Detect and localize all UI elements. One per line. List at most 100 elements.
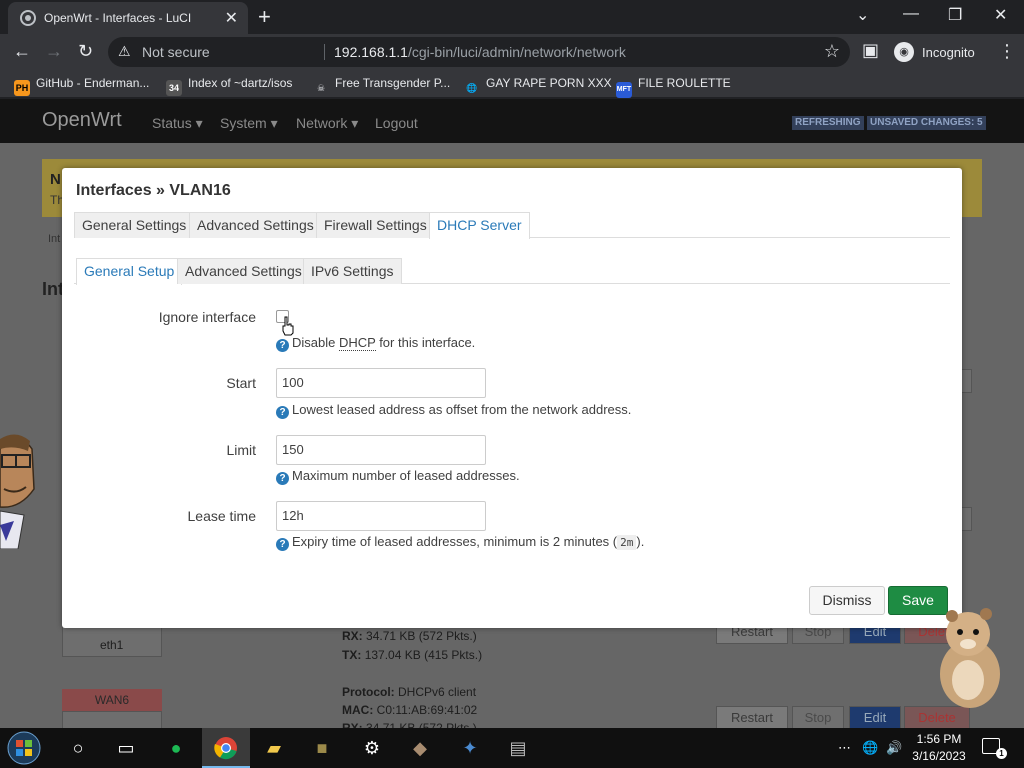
help-text: ). bbox=[636, 534, 645, 549]
bookmark-item[interactable]: 34 Index of ~dartz/isos bbox=[166, 76, 292, 96]
hand-cursor-icon bbox=[282, 316, 294, 336]
start-button[interactable] bbox=[0, 728, 48, 768]
bookmark-item[interactable]: 🌐 GAY RAPE PORN XXX bbox=[464, 76, 611, 96]
help-icon: ? bbox=[276, 472, 289, 485]
interface-edit-modal: Interfaces » VLAN16 General Settings Adv… bbox=[62, 168, 962, 628]
address-bar[interactable]: ⚠ Not secure 192.168.1.1/cgi-bin/luci/ad… bbox=[108, 37, 850, 67]
minimize-button[interactable]: — bbox=[903, 5, 919, 23]
unsaved-changes-badge[interactable]: UNSAVED CHANGES: 5 bbox=[867, 116, 986, 130]
side-panel-icon[interactable]: ▣ bbox=[862, 41, 879, 59]
rx-label: RX: bbox=[342, 629, 363, 643]
nav-system[interactable]: System ▾ bbox=[220, 115, 278, 132]
delete-button[interactable]: Delete bbox=[904, 706, 970, 729]
rx-value: 34.71 KB (572 Pkts.) bbox=[366, 629, 477, 643]
bookmark-favicon-icon: 34 bbox=[166, 80, 182, 96]
url-host: 192.168.1.1 bbox=[334, 44, 408, 60]
start-label: Start bbox=[226, 375, 256, 391]
close-tab-icon[interactable]: ✕ bbox=[225, 8, 238, 28]
app-icon[interactable]: ◆ bbox=[396, 728, 444, 768]
nav-network[interactable]: Network ▾ bbox=[296, 115, 358, 132]
app-icon[interactable]: ✦ bbox=[446, 728, 494, 768]
notification-count-badge: 1 bbox=[996, 748, 1007, 759]
help-text: for this interface. bbox=[375, 335, 476, 350]
tab-search-dropdown-icon[interactable]: ⌄ bbox=[856, 5, 869, 25]
windows-taskbar: ○ ▭ ● ▰ ■ ⚙ ◆ ✦ ▤ ⋯ 🌐 🔊 1:56 PM 3/16/202… bbox=[0, 728, 1024, 768]
help-icon: ? bbox=[276, 406, 289, 419]
incognito-profile-button[interactable]: ◉ Incognito bbox=[890, 38, 986, 66]
protocol-label: Protocol: bbox=[342, 685, 395, 699]
back-arrow-icon[interactable]: ← bbox=[13, 42, 31, 60]
tab-dhcp-server[interactable]: DHCP Server bbox=[429, 212, 530, 239]
browser-tab[interactable]: OpenWrt - Interfaces - LuCI ✕ bbox=[8, 2, 248, 34]
bookmark-item[interactable]: PH GitHub - Enderman... bbox=[14, 76, 149, 96]
page-heading: Int bbox=[42, 279, 64, 299]
subtab-advanced-settings[interactable]: Advanced Settings bbox=[177, 258, 310, 284]
lease-time-input[interactable]: 12h bbox=[276, 501, 486, 531]
security-indicator[interactable]: Not secure bbox=[142, 44, 210, 60]
modal-title: Interfaces » VLAN16 bbox=[76, 182, 231, 199]
divider bbox=[324, 44, 325, 60]
tab-title: OpenWrt - Interfaces - LuCI bbox=[44, 11, 192, 25]
subtab-ipv6-settings[interactable]: IPv6 Settings bbox=[303, 258, 402, 284]
kebab-menu-icon[interactable]: ⋮ bbox=[998, 42, 1016, 60]
limit-label: Limit bbox=[226, 442, 256, 458]
restart-button[interactable]: Restart bbox=[716, 706, 788, 729]
stop-button[interactable]: Stop bbox=[792, 706, 844, 729]
bookmark-item[interactable]: ☠ Free Transgender P... bbox=[313, 76, 450, 96]
help-icon: ? bbox=[276, 538, 289, 551]
mac-label: MAC: bbox=[342, 703, 374, 717]
refreshing-badge[interactable]: REFRESHING bbox=[792, 116, 864, 130]
tray-overflow-icon[interactable]: ⋯ bbox=[838, 740, 851, 756]
file-explorer-icon[interactable]: ▰ bbox=[250, 728, 298, 768]
help-icon: ? bbox=[276, 339, 289, 352]
warning-triangle-icon[interactable]: ⚠ bbox=[118, 43, 131, 60]
subtab-general-setup[interactable]: General Setup bbox=[76, 258, 183, 285]
bookmark-label: Free Transgender P... bbox=[335, 76, 451, 90]
dhcp-sub-tabs: General Setup Advanced Settings IPv6 Set… bbox=[74, 258, 950, 285]
url-text[interactable]: 192.168.1.1/cgi-bin/luci/admin/network/n… bbox=[334, 44, 626, 60]
tab-firewall-settings[interactable]: Firewall Settings bbox=[316, 212, 435, 238]
app-icon[interactable]: ▤ bbox=[494, 728, 542, 768]
close-window-button[interactable]: ✕ bbox=[994, 5, 1007, 25]
cortana-icon[interactable]: ○ bbox=[54, 728, 102, 768]
bookmark-item[interactable]: MFT FILE ROULETTE bbox=[616, 76, 731, 98]
system-clock[interactable]: 1:56 PM 3/16/2023 bbox=[906, 731, 972, 765]
edit-button[interactable]: Edit bbox=[849, 706, 901, 729]
help-text: Lowest leased address as offset from the… bbox=[292, 402, 632, 417]
start-input[interactable]: 100 bbox=[276, 368, 486, 398]
app-icon[interactable]: ■ bbox=[298, 728, 346, 768]
new-tab-button[interactable]: + bbox=[258, 4, 271, 30]
nav-logout[interactable]: Logout bbox=[375, 115, 418, 131]
maximize-button[interactable]: ❐ bbox=[948, 5, 962, 25]
bookmark-label: GitHub - Enderman... bbox=[36, 76, 150, 90]
network-globe-icon[interactable]: 🌐 bbox=[862, 740, 878, 756]
reload-icon[interactable]: ↻ bbox=[78, 42, 93, 60]
main-tabs: General Settings Advanced Settings Firew… bbox=[74, 212, 950, 239]
tab-advanced-settings[interactable]: Advanced Settings bbox=[189, 212, 322, 238]
task-view-icon[interactable]: ▭ bbox=[102, 728, 150, 768]
wan6-badge: WAN6 bbox=[62, 689, 162, 711]
dhcp-abbr: DHCP bbox=[338, 335, 376, 351]
help-text: Disable bbox=[292, 335, 339, 350]
luci-header: OpenWrt Status ▾ System ▾ Network ▾ Logo… bbox=[0, 99, 1024, 143]
volume-icon[interactable]: 🔊 bbox=[886, 740, 902, 756]
protocol-value: DHCPv6 client bbox=[398, 685, 477, 699]
settings-gear-icon[interactable]: ⚙ bbox=[348, 728, 396, 768]
bookmark-favicon-icon: ☠ bbox=[316, 83, 326, 93]
lease-time-label: Lease time bbox=[187, 508, 256, 524]
forward-arrow-icon[interactable]: → bbox=[45, 42, 63, 60]
ignore-interface-help: ? Disable DHCP for this interface. bbox=[276, 335, 475, 352]
bookmark-star-icon[interactable]: ☆ bbox=[824, 41, 840, 62]
bookmarks-bar: PH GitHub - Enderman... 34 Index of ~dartz… bbox=[0, 70, 1024, 98]
tab-general-settings[interactable]: General Settings bbox=[74, 212, 195, 238]
chrome-icon[interactable] bbox=[202, 728, 250, 768]
spotify-icon[interactable]: ● bbox=[152, 728, 200, 768]
tx-value: 137.04 KB (415 Pkts.) bbox=[364, 648, 483, 662]
limit-help: ? Maximum number of leased addresses. bbox=[276, 468, 520, 485]
nav-status[interactable]: Status ▾ bbox=[152, 115, 203, 132]
browser-toolbar: ← → ↻ ⚠ Not secure 192.168.1.1/cgi-bin/l… bbox=[0, 34, 1024, 70]
help-code: 2m bbox=[617, 535, 637, 550]
openwrt-brand[interactable]: OpenWrt bbox=[42, 109, 122, 132]
dismiss-button[interactable]: Dismiss bbox=[809, 586, 885, 615]
limit-input[interactable]: 150 bbox=[276, 435, 486, 465]
